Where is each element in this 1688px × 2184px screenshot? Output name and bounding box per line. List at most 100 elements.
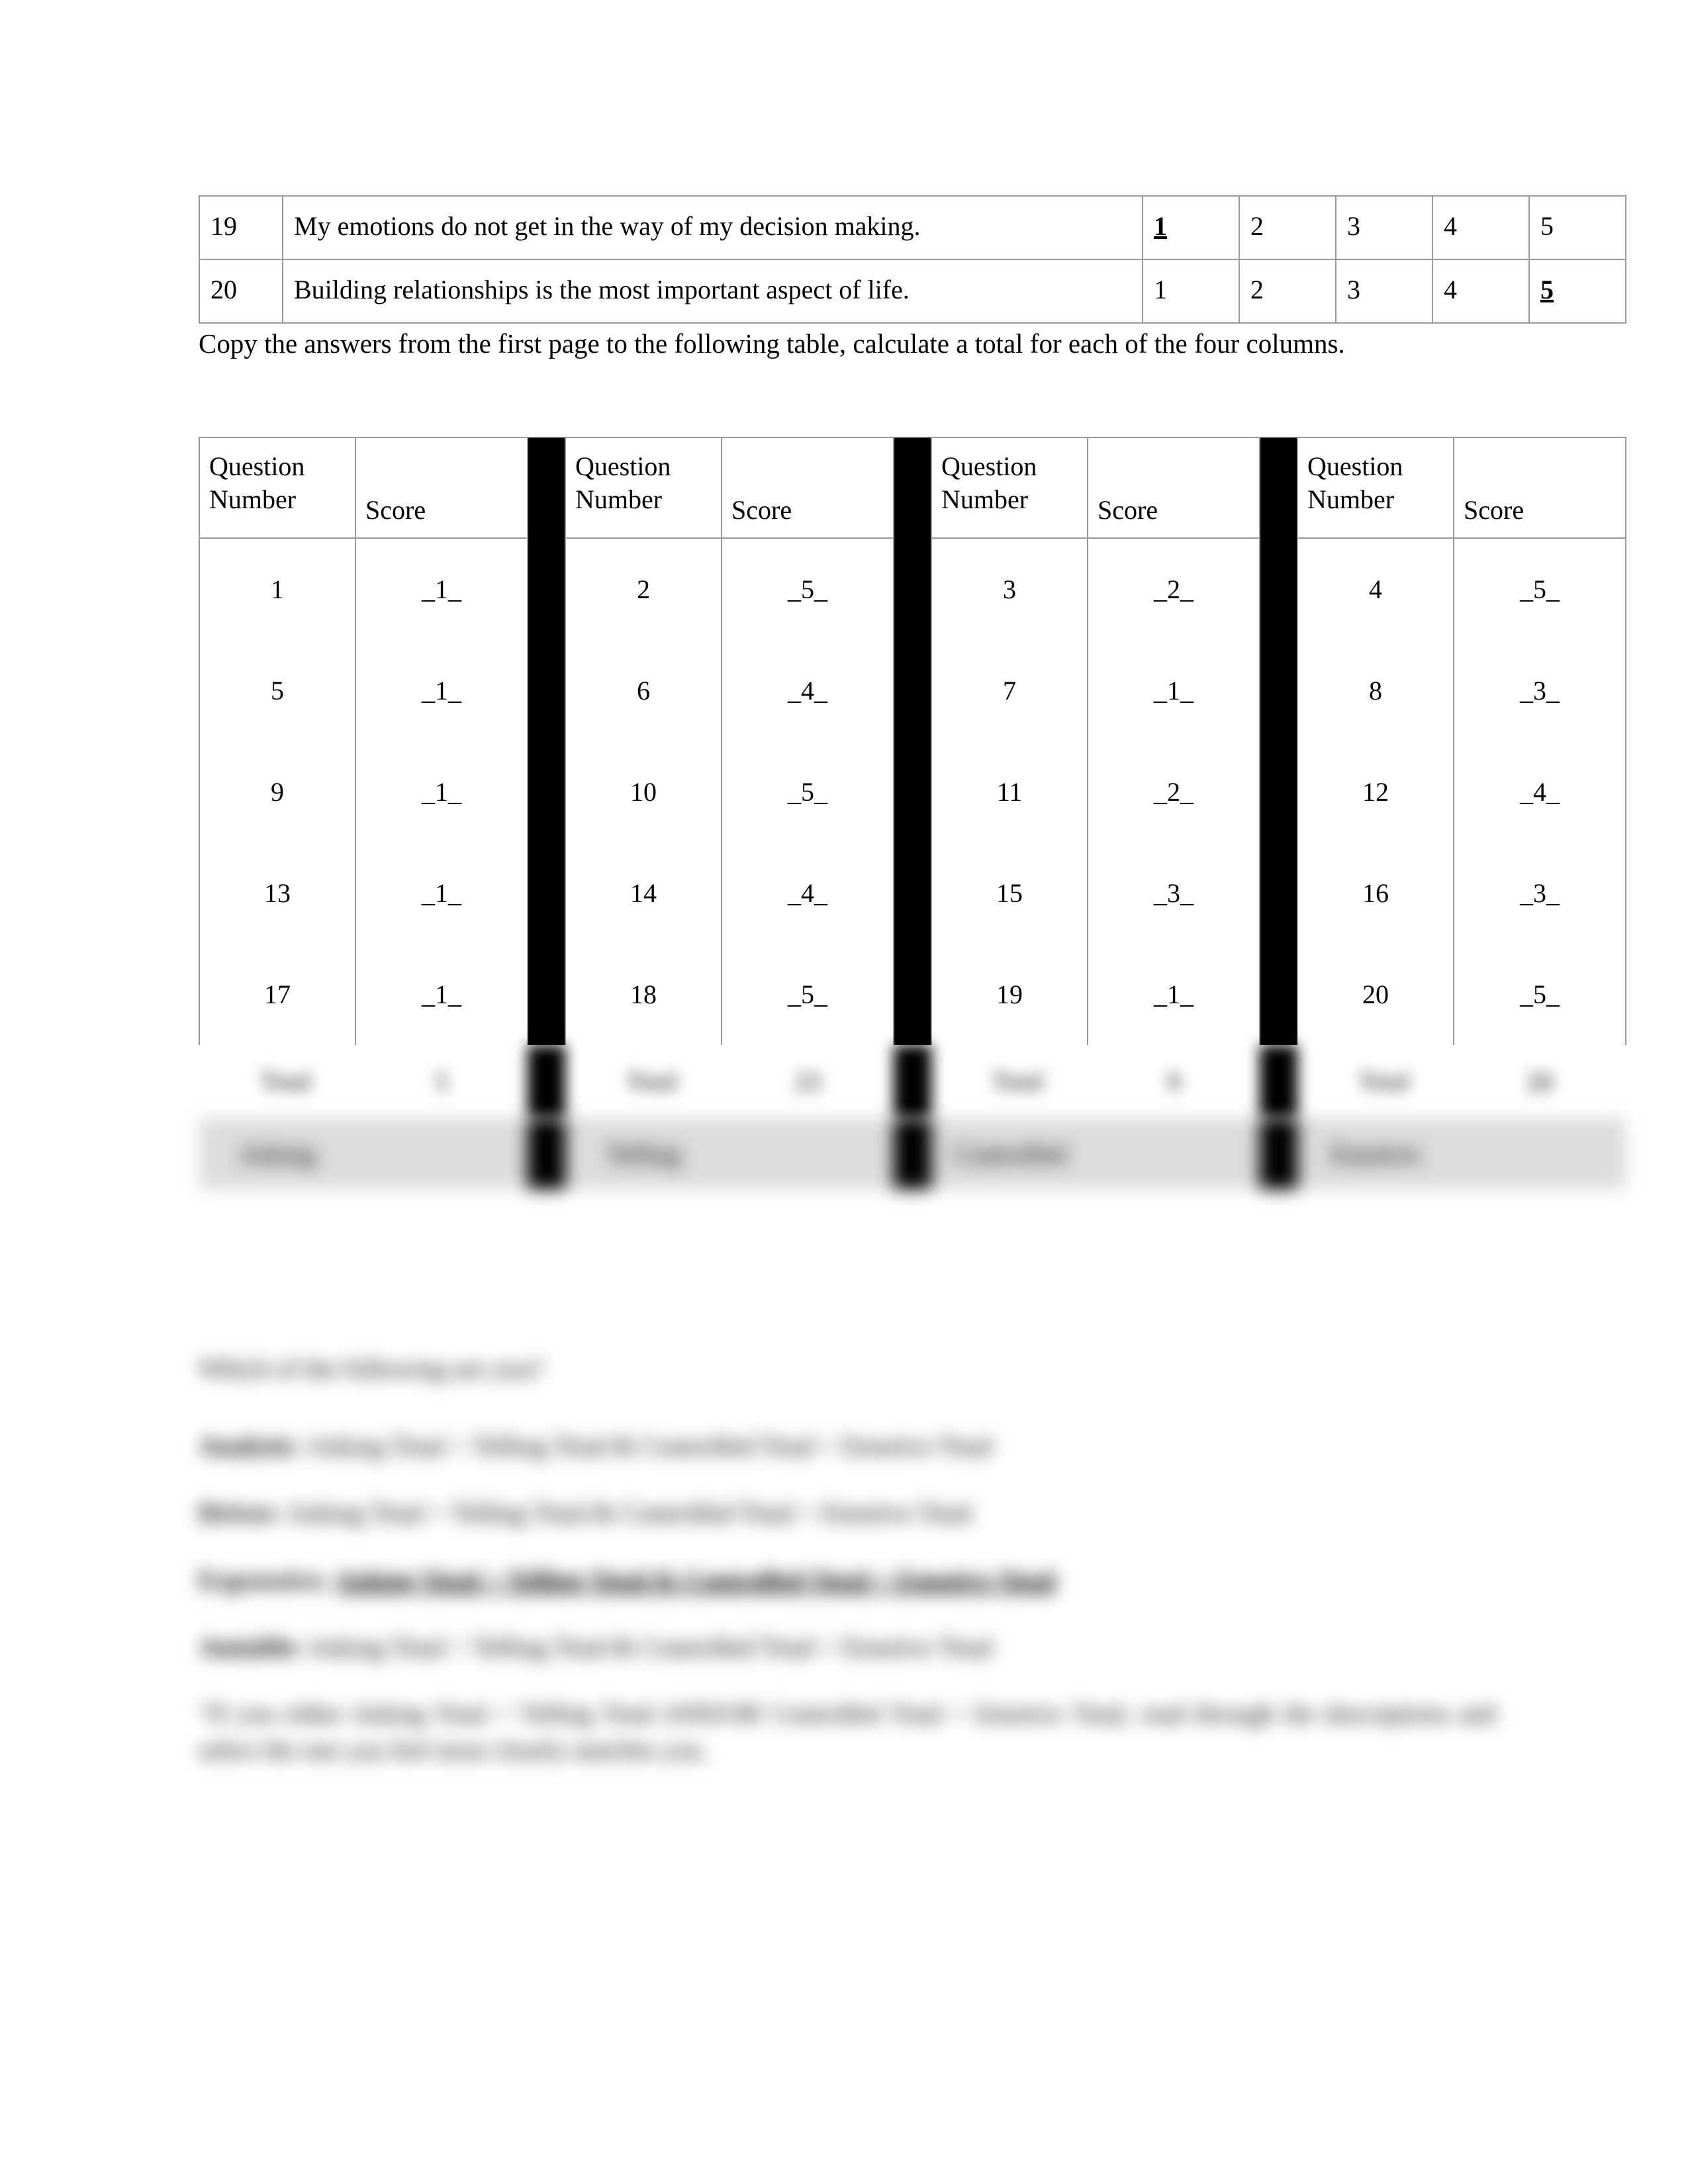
question-number: 19 xyxy=(931,944,1088,1045)
option-analytic[interactable]: Analytic: Asking Total > Telling Total &… xyxy=(199,1428,1496,1464)
total-value[interactable]: 20 xyxy=(1454,1045,1626,1118)
scale-option-1[interactable]: 1 xyxy=(1142,259,1240,324)
scale-option-1[interactable]: 1 xyxy=(1142,195,1240,260)
score-value[interactable]: _1_ xyxy=(1087,640,1260,741)
category-label-spacer xyxy=(1454,1118,1626,1189)
redaction-bar-1 xyxy=(528,1045,565,1118)
redaction-bar-3 xyxy=(1259,437,1298,538)
redaction-bar-1 xyxy=(527,437,566,538)
score-value[interactable]: _2_ xyxy=(1087,741,1260,842)
score-value[interactable]: _1_ xyxy=(355,640,528,741)
option-text: Asking Total < Telling Total & Controlle… xyxy=(287,1498,972,1528)
scale-option-2[interactable]: 2 xyxy=(1239,259,1336,324)
score-value[interactable]: _4_ xyxy=(721,842,894,944)
document-page: 19 My emotions do not get in the way of … xyxy=(0,0,1688,2184)
score-value[interactable]: _5_ xyxy=(721,538,894,640)
option-label: Analytic: xyxy=(199,1431,303,1461)
redaction-bar-2 xyxy=(894,741,931,842)
redaction-bar-2 xyxy=(894,842,931,944)
header-score-1: Score xyxy=(355,437,528,539)
footnote-text: “If you either Asking Total < Telling To… xyxy=(199,1699,1496,1765)
total-label: Total xyxy=(992,1068,1044,1095)
option-expressive[interactable]: Expressive: Asking Total < Telling Total… xyxy=(199,1562,1496,1598)
redaction-bar-3 xyxy=(1260,842,1297,944)
redaction-bar-2 xyxy=(894,538,931,640)
score-value[interactable]: _1_ xyxy=(355,741,528,842)
option-driver[interactable]: Driver: Asking Total < Telling Total & C… xyxy=(199,1494,1496,1531)
score-value[interactable]: _5_ xyxy=(1453,944,1626,1045)
option-amiable[interactable]: Amiable: Asking Total > Telling Total & … xyxy=(199,1629,1496,1665)
question-number: 17 xyxy=(199,944,356,1045)
total-value[interactable]: 9 xyxy=(1088,1045,1260,1118)
header-line-1: Question xyxy=(1307,451,1403,481)
question-number: 20 xyxy=(199,259,283,324)
header-score-2: Score xyxy=(721,437,894,539)
bottom-lead-question: Which of the following are you? xyxy=(199,1353,543,1383)
redaction-bar-1 xyxy=(528,842,565,944)
score-value[interactable]: _5_ xyxy=(1453,538,1626,640)
header-question-number-4: Question Number xyxy=(1297,437,1454,539)
total-label: Total xyxy=(1358,1068,1410,1095)
score-value[interactable]: _5_ xyxy=(721,944,894,1045)
category-label-spacer xyxy=(722,1118,894,1189)
category-label-row: Asking Telling Controlled Emotive xyxy=(199,1118,1626,1189)
option-label: Expressive: xyxy=(199,1565,330,1595)
score-value[interactable]: _1_ xyxy=(1087,944,1260,1045)
redaction-bar-2 xyxy=(894,1118,931,1189)
score-value[interactable]: _4_ xyxy=(721,640,894,741)
header-score-4: Score xyxy=(1453,437,1626,539)
question-number: 11 xyxy=(931,741,1088,842)
question-number: 20 xyxy=(1297,944,1454,1045)
header-line-2: Number xyxy=(1307,484,1395,514)
score-value[interactable]: _4_ xyxy=(1453,741,1626,842)
category-label-spacer xyxy=(355,1118,528,1189)
option-label: Amiable: xyxy=(199,1631,303,1662)
header-question-number-2: Question Number xyxy=(565,437,722,539)
score-value[interactable]: _3_ xyxy=(1087,842,1260,944)
score-value[interactable]: _5_ xyxy=(721,741,894,842)
scale-option-4[interactable]: 4 xyxy=(1432,195,1530,260)
table-row: 19 My emotions do not get in the way of … xyxy=(199,195,1626,260)
question-text: My emotions do not get in the way of my … xyxy=(282,195,1143,260)
score-value[interactable]: _2_ xyxy=(1087,538,1260,640)
question-number: 12 xyxy=(1297,741,1454,842)
option-text: Asking Total > Telling Total & Controlle… xyxy=(308,1431,993,1461)
question-number: 4 xyxy=(1297,538,1454,640)
category-label-spacer xyxy=(1088,1118,1260,1189)
score-value[interactable]: _1_ xyxy=(355,538,528,640)
redaction-bar-2 xyxy=(893,437,932,538)
header-question-number-3: Question Number xyxy=(931,437,1088,539)
questionnaire-table: 19 My emotions do not get in the way of … xyxy=(199,195,1626,324)
header-line-2: Number xyxy=(941,484,1029,514)
category-label-telling: Telling xyxy=(565,1118,722,1189)
score-value[interactable]: _1_ xyxy=(355,944,528,1045)
scale-option-3[interactable]: 3 xyxy=(1335,195,1433,260)
question-number: 5 xyxy=(199,640,356,741)
scale-option-3[interactable]: 3 xyxy=(1335,259,1433,324)
scale-option-5[interactable]: 5 xyxy=(1528,195,1626,260)
header-line-1: Question xyxy=(209,451,305,481)
redaction-bar-2 xyxy=(894,640,931,741)
redaction-bar-2 xyxy=(894,1045,931,1118)
score-value[interactable]: _1_ xyxy=(355,842,528,944)
score-value[interactable]: _3_ xyxy=(1453,640,1626,741)
scale-option-4[interactable]: 4 xyxy=(1432,259,1530,324)
total-value[interactable]: 23 xyxy=(722,1045,894,1118)
table-row: 1 _1_ 2 _5_ 3 _2_ 4 _5_ xyxy=(199,538,1626,640)
score-value[interactable]: _3_ xyxy=(1453,842,1626,944)
category-label-emotive: Emotive xyxy=(1297,1118,1454,1189)
question-text: Building relationships is the most impor… xyxy=(282,259,1143,324)
question-number: 7 xyxy=(931,640,1088,741)
question-number: 13 xyxy=(199,842,356,944)
question-number: 16 xyxy=(1297,842,1454,944)
scale-option-2[interactable]: 2 xyxy=(1239,195,1336,260)
option-label: Driver: xyxy=(199,1498,283,1528)
question-number: 18 xyxy=(565,944,722,1045)
total-value[interactable]: 5 xyxy=(355,1045,528,1118)
question-number: 2 xyxy=(565,538,722,640)
category-label-asking: Asking xyxy=(199,1118,355,1189)
header-question-number-1: Question Number xyxy=(199,437,356,539)
table-row: 13 _1_ 14 _4_ 15 _3_ 16 _3_ xyxy=(199,842,1626,944)
question-number: 8 xyxy=(1297,640,1454,741)
scale-option-5[interactable]: 5 xyxy=(1528,259,1626,324)
